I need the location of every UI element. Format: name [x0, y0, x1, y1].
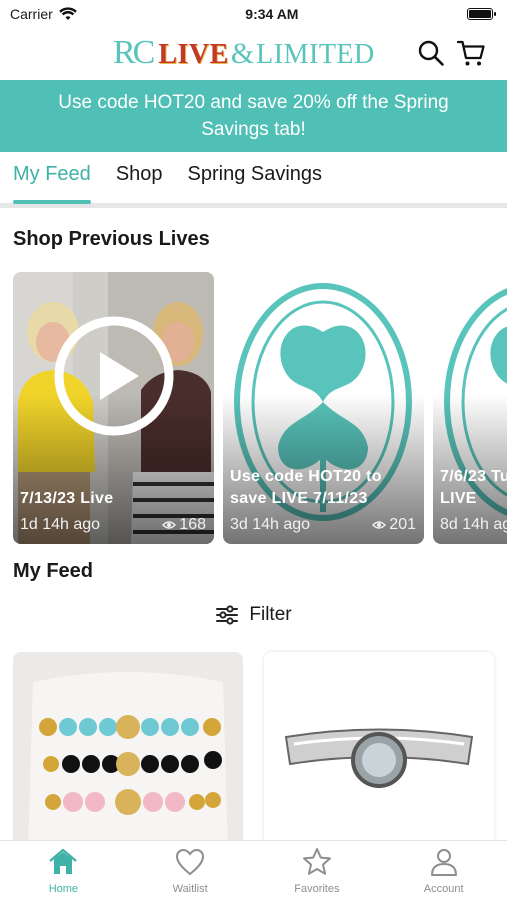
product-image: [264, 652, 494, 852]
live-card[interactable]: Use code HOT20 to save LIVE 7/11/23 3d 1…: [223, 272, 424, 544]
brand-logo[interactable]: RC LIVE & LIMITED: [113, 34, 375, 72]
sliders-icon: [216, 605, 239, 625]
promo-banner[interactable]: Use code HOT20 and save 20% off the Spri…: [0, 80, 507, 152]
eye-icon: [162, 521, 177, 529]
nav-waitlist[interactable]: Waitlist: [127, 841, 254, 900]
eye-icon: [372, 521, 387, 529]
nav-home[interactable]: Home: [0, 841, 127, 900]
app-header: RC LIVE & LIMITED: [0, 28, 507, 80]
star-icon: [302, 848, 331, 875]
live-title: 7/13/23 Live: [20, 490, 114, 507]
product-card[interactable]: [264, 652, 494, 852]
live-time-ago: 8d 14h ago: [440, 516, 507, 533]
live-title: Use code HOT20 to save LIVE 7/11/23: [230, 468, 382, 507]
home-icon: [49, 848, 78, 874]
battery-icon: [466, 8, 496, 20]
tab-bar: My Feed Shop Spring Savings: [0, 152, 507, 208]
bottom-nav: Home Waitlist Favorites Account: [0, 840, 507, 900]
lives-carousel[interactable]: 7/13/23 Live 1d 14h ago 168 Use code HOT…: [13, 272, 507, 544]
live-time-ago: 1d 14h ago: [20, 516, 101, 533]
section-title-previous-lives: Shop Previous Lives: [13, 228, 210, 250]
nav-account[interactable]: Account: [380, 841, 507, 900]
tab-spring-savings[interactable]: Spring Savings: [188, 163, 323, 203]
tab-shop[interactable]: Shop: [116, 163, 163, 203]
live-views: 201: [372, 516, 416, 534]
carrier-label: Carrier: [10, 6, 53, 22]
filter-label: Filter: [249, 604, 292, 625]
live-card[interactable]: 7/13/23 Live 1d 14h ago 168: [13, 272, 214, 544]
wifi-icon: [58, 7, 77, 20]
product-image: [13, 652, 243, 852]
cart-icon[interactable]: [456, 38, 486, 68]
filter-button[interactable]: Filter: [0, 604, 507, 626]
promo-text: Use code HOT20 and save 20% off the Spri…: [58, 92, 449, 140]
live-card[interactable]: 7/6/23 Tue LIVE 8d 14h ago: [433, 272, 507, 544]
tab-my-feed[interactable]: My Feed: [13, 163, 91, 204]
status-bar: Carrier 9:34 AM: [0, 0, 507, 28]
product-card[interactable]: [13, 652, 243, 852]
heart-icon: [176, 848, 205, 876]
person-icon: [430, 849, 457, 876]
clock: 9:34 AM: [245, 6, 299, 22]
live-time-ago: 3d 14h ago: [230, 516, 311, 533]
play-icon[interactable]: [53, 315, 175, 437]
live-title: 7/6/23 Tue LIVE: [440, 468, 507, 507]
live-views: 168: [162, 516, 206, 534]
search-icon[interactable]: [416, 38, 446, 68]
section-title-my-feed: My Feed: [13, 560, 94, 582]
nav-favorites[interactable]: Favorites: [254, 841, 381, 900]
